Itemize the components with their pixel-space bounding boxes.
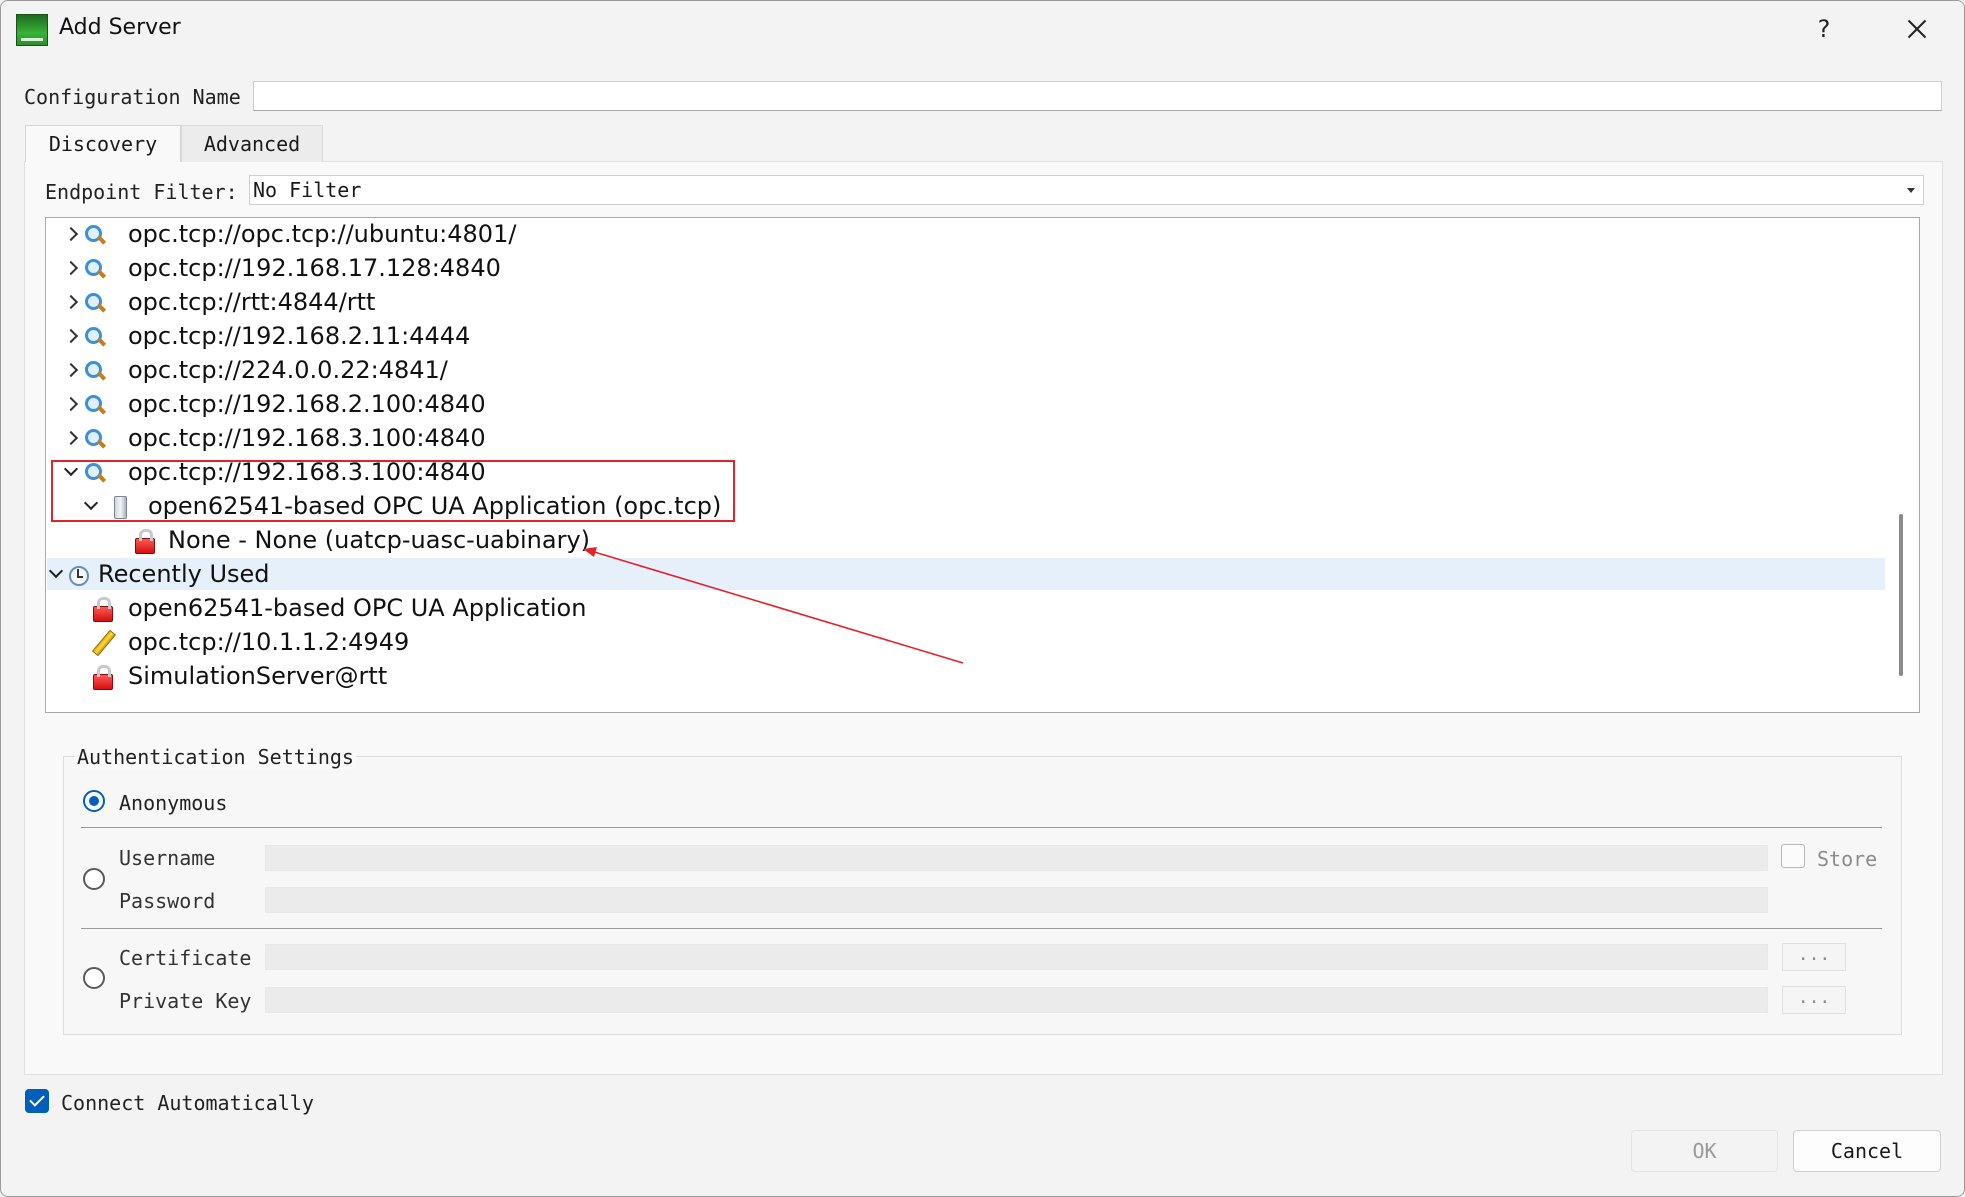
tree-item-label: opc.tcp://224.0.0.22:4841/: [128, 356, 448, 384]
separator: [81, 928, 1882, 929]
title-bar: Add Server ?: [1, 1, 1964, 59]
username-password-radio[interactable]: [83, 868, 105, 890]
certificate-field[interactable]: [265, 944, 1768, 970]
tree-item-security-mode[interactable]: None - None (uatcp-uasc-uabinary): [46, 524, 1886, 556]
tree-item-endpoint[interactable]: opc.tcp://192.168.3.100:4840: [46, 422, 1886, 454]
dropdown-arrow-icon[interactable]: [1907, 188, 1915, 193]
tree-item-label: opc.tcp://192.168.17.128:4840: [128, 254, 501, 282]
tree-item-recent[interactable]: opc.tcp://10.1.1.2:4949: [46, 626, 1886, 658]
endpoint-filter-select[interactable]: No Filter: [249, 175, 1924, 205]
store-label: Store: [1817, 847, 1878, 871]
tree-scrollbar-thumb[interactable]: [1899, 514, 1903, 676]
magnifier-icon: [82, 223, 106, 247]
store-checkbox[interactable]: [1781, 844, 1805, 868]
lock-icon: [90, 665, 114, 690]
ok-button[interactable]: OK: [1631, 1130, 1778, 1172]
tree-item-label: open62541-based OPC UA Application (opc.…: [148, 492, 722, 520]
tree-item-label: opc.tcp://opc.tcp://ubuntu:4801/: [128, 220, 517, 248]
tree-item-endpoint[interactable]: opc.tcp://rtt:4844/rtt: [46, 286, 1886, 318]
magnifier-icon: [82, 359, 106, 383]
app-logo-icon: [16, 14, 48, 46]
private-key-browse-button[interactable]: ...: [1782, 986, 1846, 1014]
separator: [81, 827, 1882, 828]
chevron-right-icon[interactable]: [62, 293, 80, 311]
certificate-browse-button[interactable]: ...: [1782, 943, 1846, 971]
tree-item-recent[interactable]: SimulationServer@rtt: [46, 660, 1886, 692]
password-field[interactable]: [265, 887, 1768, 913]
configuration-name-label: Configuration Name: [24, 85, 241, 109]
tree-item-label: None - None (uatcp-uasc-uabinary): [168, 526, 591, 554]
configuration-name-input[interactable]: [253, 81, 1942, 111]
close-icon[interactable]: [1897, 9, 1937, 49]
tree-item-label: Recently Used: [98, 560, 270, 588]
chevron-right-icon[interactable]: [62, 429, 80, 447]
connect-automatically-checkbox[interactable]: [25, 1089, 49, 1113]
anonymous-radio[interactable]: [83, 790, 105, 812]
tree-item-endpoint-expanded[interactable]: opc.tcp://192.168.3.100:4840: [46, 456, 1886, 488]
tree-item-endpoint[interactable]: opc.tcp://opc.tcp://ubuntu:4801/: [46, 218, 1886, 250]
endpoint-filter-value: No Filter: [253, 178, 362, 202]
magnifier-icon: [82, 291, 106, 315]
tree-item-label: opc.tcp://192.168.3.100:4840: [128, 458, 486, 486]
password-label: Password: [119, 889, 216, 913]
endpoint-filter-label: Endpoint Filter:: [45, 180, 238, 204]
tree-item-recently-used[interactable]: Recently Used: [47, 558, 1885, 590]
tree-item-endpoint[interactable]: opc.tcp://192.168.2.100:4840: [46, 388, 1886, 420]
username-field[interactable]: [265, 845, 1768, 871]
tree-item-recent[interactable]: open62541-based OPC UA Application: [46, 592, 1886, 624]
chevron-down-icon[interactable]: [62, 463, 80, 481]
tree-item-label: opc.tcp://192.168.2.100:4840: [128, 390, 486, 418]
authentication-settings-title: Authentication Settings: [75, 745, 356, 769]
chevron-right-icon[interactable]: [62, 327, 80, 345]
magnifier-icon: [82, 427, 106, 451]
private-key-label: Private Key: [119, 989, 252, 1013]
magnifier-icon: [82, 325, 106, 349]
certificate-label: Certificate: [119, 946, 252, 970]
chevron-right-icon[interactable]: [62, 259, 80, 277]
username-label: Username: [119, 846, 216, 870]
tree-item-label: SimulationServer@rtt: [128, 662, 388, 690]
tree-item-endpoint[interactable]: opc.tcp://192.168.17.128:4840: [46, 252, 1886, 284]
chevron-right-icon[interactable]: [62, 395, 80, 413]
add-server-dialog: Add Server ? Configuration Name Discover…: [0, 0, 1965, 1197]
cancel-button[interactable]: Cancel: [1793, 1130, 1941, 1172]
tree-item-label: opc.tcp://192.168.2.11:4444: [128, 322, 471, 350]
tab-discovery[interactable]: Discovery: [25, 125, 181, 162]
connect-automatically-label: Connect Automatically: [61, 1091, 314, 1115]
tab-advanced[interactable]: Advanced: [181, 125, 323, 162]
anonymous-label: Anonymous: [119, 791, 228, 815]
chevron-right-icon[interactable]: [62, 225, 80, 243]
tree-item-endpoint[interactable]: opc.tcp://192.168.2.11:4444: [46, 320, 1886, 352]
clock-icon: [67, 563, 91, 587]
help-button[interactable]: ?: [1809, 11, 1839, 47]
magnifier-icon: [82, 393, 106, 417]
magnifier-icon: [82, 257, 106, 281]
lock-icon: [90, 597, 114, 622]
tree-item-label: open62541-based OPC UA Application: [128, 594, 587, 622]
certificate-radio[interactable]: [83, 967, 105, 989]
tree-item-label: opc.tcp://rtt:4844/rtt: [128, 288, 376, 316]
magnifier-icon: [82, 461, 106, 485]
tree-item-label: opc.tcp://192.168.3.100:4840: [128, 424, 486, 452]
chevron-down-icon[interactable]: [47, 565, 65, 583]
private-key-field[interactable]: [265, 987, 1768, 1013]
tree-item-endpoint[interactable]: opc.tcp://224.0.0.22:4841/: [46, 354, 1886, 386]
chevron-down-icon[interactable]: [82, 497, 100, 515]
pencil-icon: [90, 631, 114, 655]
window-title: Add Server: [59, 15, 181, 40]
tree-item-label: opc.tcp://10.1.1.2:4949: [128, 628, 410, 656]
server-tree: opc.tcp://opc.tcp://ubuntu:4801/ opc.tcp…: [45, 217, 1920, 713]
server-icon: [108, 495, 132, 519]
tree-item-application[interactable]: open62541-based OPC UA Application (opc.…: [46, 490, 1886, 522]
lock-icon: [132, 529, 156, 554]
chevron-right-icon[interactable]: [62, 361, 80, 379]
